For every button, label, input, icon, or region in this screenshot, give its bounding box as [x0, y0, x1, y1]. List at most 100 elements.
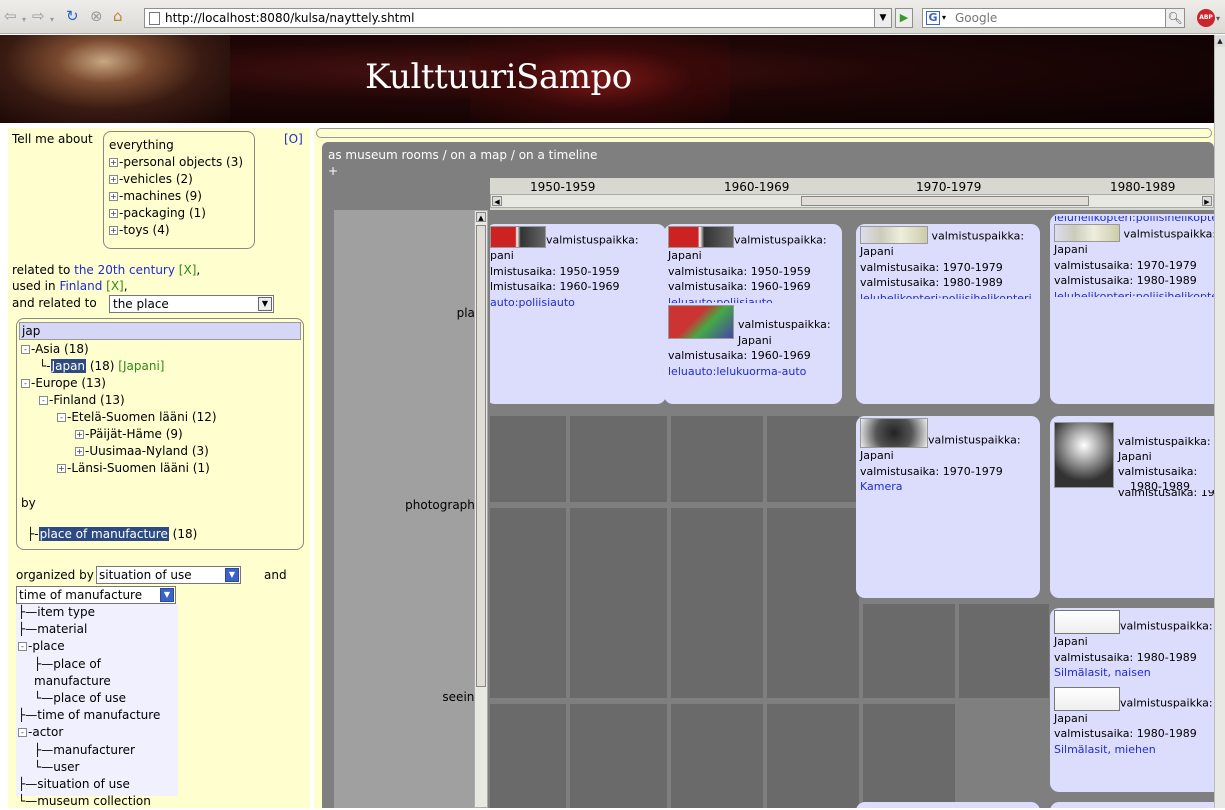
- remove-century-link[interactable]: [X]: [179, 263, 197, 277]
- topic-root[interactable]: everything: [109, 137, 254, 154]
- relation-select[interactable]: the place ▼: [109, 295, 274, 313]
- url-field[interactable]: http://localhost:8080/kulsa/nayttely.sht…: [144, 8, 890, 28]
- option-item[interactable]: ├—place of manufacture: [18, 656, 178, 690]
- option-item[interactable]: └—museum collection: [18, 793, 178, 810]
- organize-select-1[interactable]: situation of use ▼: [96, 566, 241, 584]
- tree-node-paijat[interactable]: + -Päijät-Häme (9): [75, 426, 183, 443]
- item-link[interactable]: Silmälasit, miehen: [1054, 742, 1214, 758]
- chevron-down-icon[interactable]: ▼: [225, 568, 239, 582]
- back-dropdown-icon[interactable]: ▾: [22, 12, 26, 28]
- item-card[interactable]: valmistuspaikka: Japani valmistusaika: 1…: [664, 224, 842, 404]
- expand-icon[interactable]: +: [57, 464, 66, 473]
- item-link[interactable]: Kamera: [860, 479, 1036, 495]
- option-item[interactable]: ├—situation of use: [18, 776, 178, 793]
- item-card[interactable]: valmistuspaikka: Japani valmistusaika: 1…: [1050, 416, 1214, 598]
- adblock-dropdown-icon[interactable]: ▾: [1216, 14, 1220, 23]
- tree-node-etela[interactable]: - -Etelä-Suomen lääni (12): [57, 409, 217, 426]
- item-link[interactable]: leluhelikopteri:poliisihelikopteri: [1054, 289, 1214, 297]
- item-card[interactable]: valmistuspaikka: Japani valmistusaika: 1…: [856, 224, 1040, 404]
- collapse-icon[interactable]: -: [21, 345, 30, 354]
- item-card[interactable]: leluhelikopteri:poliisihelikopteri valmi…: [1050, 214, 1214, 404]
- topic-item[interactable]: + -vehicles (2): [109, 171, 254, 188]
- item-link[interactable]: leluhelikopteri:poliisihelikopteri: [1054, 216, 1214, 224]
- forward-icon[interactable]: ⇨: [32, 8, 45, 24]
- expand-icon[interactable]: +: [75, 430, 84, 439]
- option-item[interactable]: - -actor: [18, 724, 178, 741]
- option-item[interactable]: └—place of use: [18, 690, 178, 707]
- japani-link[interactable]: [Japani]: [118, 359, 164, 373]
- home-icon[interactable]: ⌂: [113, 8, 123, 24]
- option-item[interactable]: ├—item type: [18, 604, 178, 621]
- horizontal-scrollbar[interactable]: ◀ ▶: [490, 194, 1214, 208]
- collapse-icon[interactable]: -: [57, 413, 66, 422]
- close-link[interactable]: [O]: [284, 132, 303, 146]
- tree-node-finland[interactable]: - -Finland (13): [39, 392, 125, 409]
- back-icon[interactable]: ⇦: [4, 8, 17, 24]
- remove-finland-link[interactable]: [X]: [106, 279, 124, 293]
- view-nav[interactable]: as museum rooms / on a map / on a timeli…: [328, 148, 597, 162]
- stop-icon[interactable]: ⊗: [90, 8, 103, 24]
- japan-selected[interactable]: Japan: [50, 359, 87, 373]
- item-card[interactable]: valmistuspaikka: Japani valmistusaika: 1…: [1050, 608, 1214, 792]
- option-item[interactable]: - -place: [18, 638, 178, 655]
- page-scrollbar[interactable]: ▲: [1214, 35, 1225, 808]
- scroll-left-icon[interactable]: ◀: [492, 196, 502, 206]
- by-node[interactable]: ├-place of manufacture (18): [27, 526, 197, 543]
- item-card[interactable]: valmistuspaikka: Japani valmistusaika: 1…: [856, 416, 1040, 598]
- item-link[interactable]: leluauto:lelukuorma-auto: [668, 364, 838, 380]
- item-link[interactable]: auto:poliisiauto: [490, 295, 662, 311]
- search-icon[interactable]: 🔍︎: [1165, 8, 1185, 28]
- tree-node-japan[interactable]: └-Japan (18) [Japani]: [39, 358, 164, 375]
- topic-item[interactable]: + -personal objects (3): [109, 154, 254, 171]
- finland-link[interactable]: Finland: [59, 279, 102, 293]
- collapse-icon[interactable]: -: [18, 728, 27, 738]
- forward-dropdown-icon[interactable]: ▾: [50, 12, 54, 28]
- collapse-icon[interactable]: -: [39, 396, 48, 405]
- expand-icon[interactable]: +: [109, 192, 118, 201]
- item-link[interactable]: leluhelikopteri:poliisihelikopteri: [860, 291, 1036, 299]
- chevron-down-icon[interactable]: ▼: [160, 588, 174, 602]
- scroll-up-icon[interactable]: ▲: [1215, 35, 1225, 47]
- expand-icon[interactable]: +: [75, 447, 84, 456]
- organize-select-2[interactable]: time of manufacture ▼: [16, 586, 176, 604]
- google-icon[interactable]: G: [926, 11, 940, 25]
- expand-view-button[interactable]: +: [328, 164, 338, 178]
- scroll-thumb[interactable]: [801, 196, 1089, 206]
- item-link[interactable]: Silmälasit, naisen: [1054, 665, 1214, 681]
- tree-node-asia[interactable]: - -Asia (18): [21, 341, 89, 358]
- scroll-right-icon[interactable]: ▶: [1202, 196, 1212, 206]
- collapse-icon[interactable]: -: [18, 642, 27, 652]
- tree-node-lansi[interactable]: + -Länsi-Suomen lääni (1): [57, 460, 210, 477]
- topic-item[interactable]: + -packaging (1): [109, 205, 254, 222]
- scroll-thumb[interactable]: [476, 225, 486, 687]
- item-card[interactable]: [856, 802, 1040, 808]
- topic-item[interactable]: + -toys (4): [109, 222, 254, 239]
- expand-icon[interactable]: +: [109, 209, 118, 218]
- item-card[interactable]: [1050, 802, 1214, 808]
- option-item[interactable]: ├—manufacturer: [18, 742, 178, 759]
- search-engine-dropdown-icon[interactable]: ▾: [942, 13, 946, 22]
- century-link[interactable]: the 20th century: [74, 263, 175, 277]
- option-item[interactable]: ├—material: [18, 621, 178, 638]
- collapse-icon[interactable]: -: [21, 379, 30, 388]
- chevron-down-icon[interactable]: ▼: [258, 297, 272, 311]
- by-selected[interactable]: place of manufacture: [38, 527, 169, 541]
- scroll-up-icon[interactable]: ▲: [476, 212, 486, 222]
- option-item[interactable]: ├—time of manufacture: [18, 707, 178, 724]
- option-item[interactable]: └—user: [18, 759, 178, 776]
- item-card[interactable]: valmistuspaikka: pani lmistusaika: 1950-…: [490, 224, 666, 404]
- url-history-dropdown[interactable]: ▼: [874, 8, 892, 28]
- item-link[interactable]: leluauto:poliisiauto: [668, 295, 838, 303]
- place-search-input[interactable]: jap: [19, 322, 301, 340]
- expand-icon[interactable]: +: [109, 158, 118, 167]
- expand-icon[interactable]: +: [109, 226, 118, 235]
- topic-item[interactable]: + -machines (9): [109, 188, 254, 205]
- expand-icon[interactable]: +: [109, 175, 118, 184]
- search-input[interactable]: [955, 10, 1155, 26]
- tree-node-uusimaa[interactable]: + -Uusimaa-Nyland (3): [75, 443, 209, 460]
- tree-node-europe[interactable]: - -Europe (13): [21, 375, 106, 392]
- go-button[interactable]: ▶: [895, 8, 913, 28]
- adblock-icon[interactable]: ABP: [1197, 9, 1215, 27]
- reload-icon[interactable]: ↻: [66, 8, 79, 24]
- vertical-scrollbar[interactable]: ▲: [474, 210, 488, 808]
